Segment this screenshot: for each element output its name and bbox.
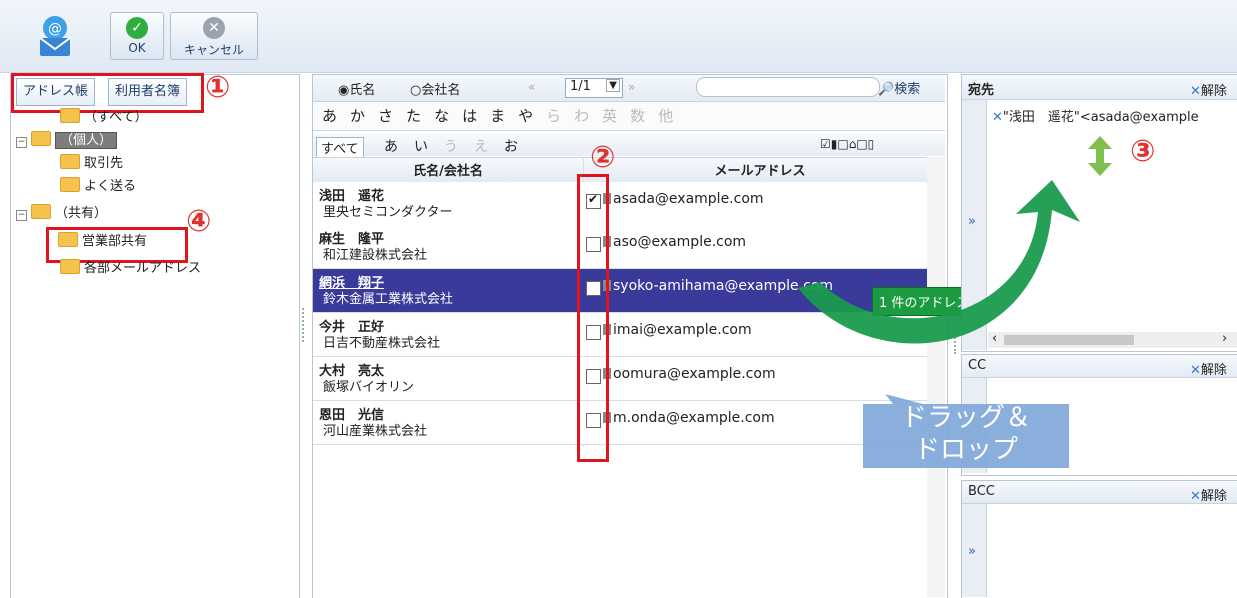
contact-company: 和江建設株式会社 [323, 248, 428, 263]
close-icon: ✕ [1190, 363, 1201, 378]
kana-index-item[interactable]: ま [490, 107, 505, 125]
annotation-1: ① [205, 70, 231, 105]
sub-index-item[interactable]: う [444, 139, 458, 155]
kana-index-item[interactable]: は [462, 107, 477, 125]
folder-icon [60, 108, 80, 123]
kana-index-item[interactable]: 英 [602, 107, 617, 125]
radio-name[interactable]: ◉氏名 [338, 79, 375, 98]
kana-index-item[interactable]: ら [546, 107, 561, 125]
bcc-title: BCC [968, 484, 995, 499]
sub-index-item[interactable]: お [504, 139, 518, 155]
annotation-box-2 [577, 174, 609, 462]
kana-index-item[interactable]: わ [574, 107, 589, 125]
tree-item-dept-mail[interactable]: 各部メールアドレス [60, 258, 201, 280]
contact-company: 飯塚バイオリン [323, 380, 415, 395]
close-icon: ✕ [203, 17, 225, 39]
kana-index-item[interactable]: さ [378, 107, 393, 125]
ok-button[interactable]: ✓ OK [110, 12, 164, 60]
collapse-icon[interactable]: − [16, 137, 27, 148]
kana-index: あかさたなはまやらわ英数他 [322, 105, 686, 126]
prev-page-button[interactable]: « [528, 80, 535, 94]
radio-company[interactable]: ○会社名 [410, 79, 460, 98]
contact-email: aso@example.com [603, 234, 746, 250]
to-title: 宛先 [968, 83, 995, 98]
drag-arrow [790, 170, 1090, 370]
folder-icon [60, 177, 80, 192]
check-icon: ✓ [126, 17, 148, 39]
col-header-name[interactable]: 氏名/会社名 [313, 160, 583, 179]
contact-email: m.onda@example.com [603, 410, 775, 426]
sub-index-all[interactable]: すべて [316, 137, 364, 158]
tree-item-clients[interactable]: 取引先 [60, 153, 123, 175]
bcc-clear-button[interactable]: ✕解除 [1190, 485, 1227, 504]
contact-email: imai@example.com [603, 322, 752, 338]
tree-item-all[interactable]: （すべて） [60, 107, 148, 129]
contact-company: 里央セミコンダクター [323, 205, 453, 220]
sub-index-item[interactable]: あ [384, 139, 398, 155]
contact-company: 日吉不動産株式会社 [323, 336, 441, 351]
chevron-right-icon[interactable]: › [1222, 331, 1227, 346]
remove-icon[interactable]: ✕ [992, 110, 1003, 125]
cc-clear-button[interactable]: ✕解除 [1190, 359, 1227, 378]
bcc-add-button[interactable]: » [968, 544, 976, 559]
drag-drop-callout: ドラッグ＆ ドロップ [863, 394, 1069, 468]
splitter-handle[interactable] [302, 308, 308, 342]
close-icon: ✕ [1190, 84, 1201, 99]
search-button[interactable]: 🔎検索 [878, 78, 920, 97]
kana-index-item[interactable]: な [434, 107, 449, 125]
contact-company: 鈴木金属工業株式会社 [323, 292, 454, 307]
folder-open-icon [31, 204, 51, 219]
table-row[interactable]: 恩田 光信 河山産業株式会社 m.onda@example.com [313, 401, 927, 445]
search-input[interactable] [696, 77, 880, 97]
filter-checkboxes[interactable]: ☑▮□⌂□▯ [820, 137, 874, 151]
collapse-icon[interactable]: − [16, 210, 27, 221]
folder-icon [60, 259, 80, 274]
folder-icon [60, 154, 80, 169]
contact-company: 河山産業株式会社 [323, 424, 428, 439]
sub-index: あいうえお [384, 136, 534, 156]
svg-text:@: @ [48, 21, 62, 37]
reorder-arrow-icon [1087, 136, 1113, 180]
kana-index-item[interactable]: あ [322, 107, 337, 125]
compose-mail-icon[interactable]: @ [34, 14, 76, 58]
tree-item-shared[interactable]: − （共有） [16, 203, 107, 225]
cancel-button[interactable]: ✕ キャンセル [170, 12, 258, 60]
to-recipient-entry[interactable]: ✕"浅田 遥花"<asada@example [992, 106, 1230, 125]
address-tree-panel [10, 74, 300, 598]
search-icon: 🔎 [878, 82, 895, 97]
folder-open-icon [31, 131, 51, 146]
sub-index-item[interactable]: い [414, 139, 428, 155]
contact-email: oomura@example.com [603, 366, 776, 382]
annotation-2: ② [590, 140, 616, 175]
kana-index-item[interactable]: 他 [658, 107, 673, 125]
annotation-3: ③ [1130, 134, 1156, 169]
next-page-button[interactable]: » [628, 80, 635, 94]
chevron-down-icon: ▼ [606, 79, 620, 92]
annotation-4: ④ [186, 204, 212, 239]
close-icon: ✕ [1190, 489, 1201, 504]
kana-index-item[interactable]: や [518, 107, 533, 125]
kana-index-item[interactable]: 数 [630, 107, 645, 125]
tree-item-personal[interactable]: − （個人） [16, 130, 118, 152]
sub-index-item[interactable]: え [474, 139, 488, 155]
contact-email: asada@example.com [603, 191, 764, 207]
kana-index-item[interactable]: た [406, 107, 421, 125]
kana-index-item[interactable]: か [350, 107, 365, 125]
page-select[interactable]: 1/1 ▼ [565, 78, 623, 98]
to-clear-button[interactable]: ✕解除 [1190, 80, 1227, 99]
tree-item-frequent[interactable]: よく送る [60, 176, 136, 198]
